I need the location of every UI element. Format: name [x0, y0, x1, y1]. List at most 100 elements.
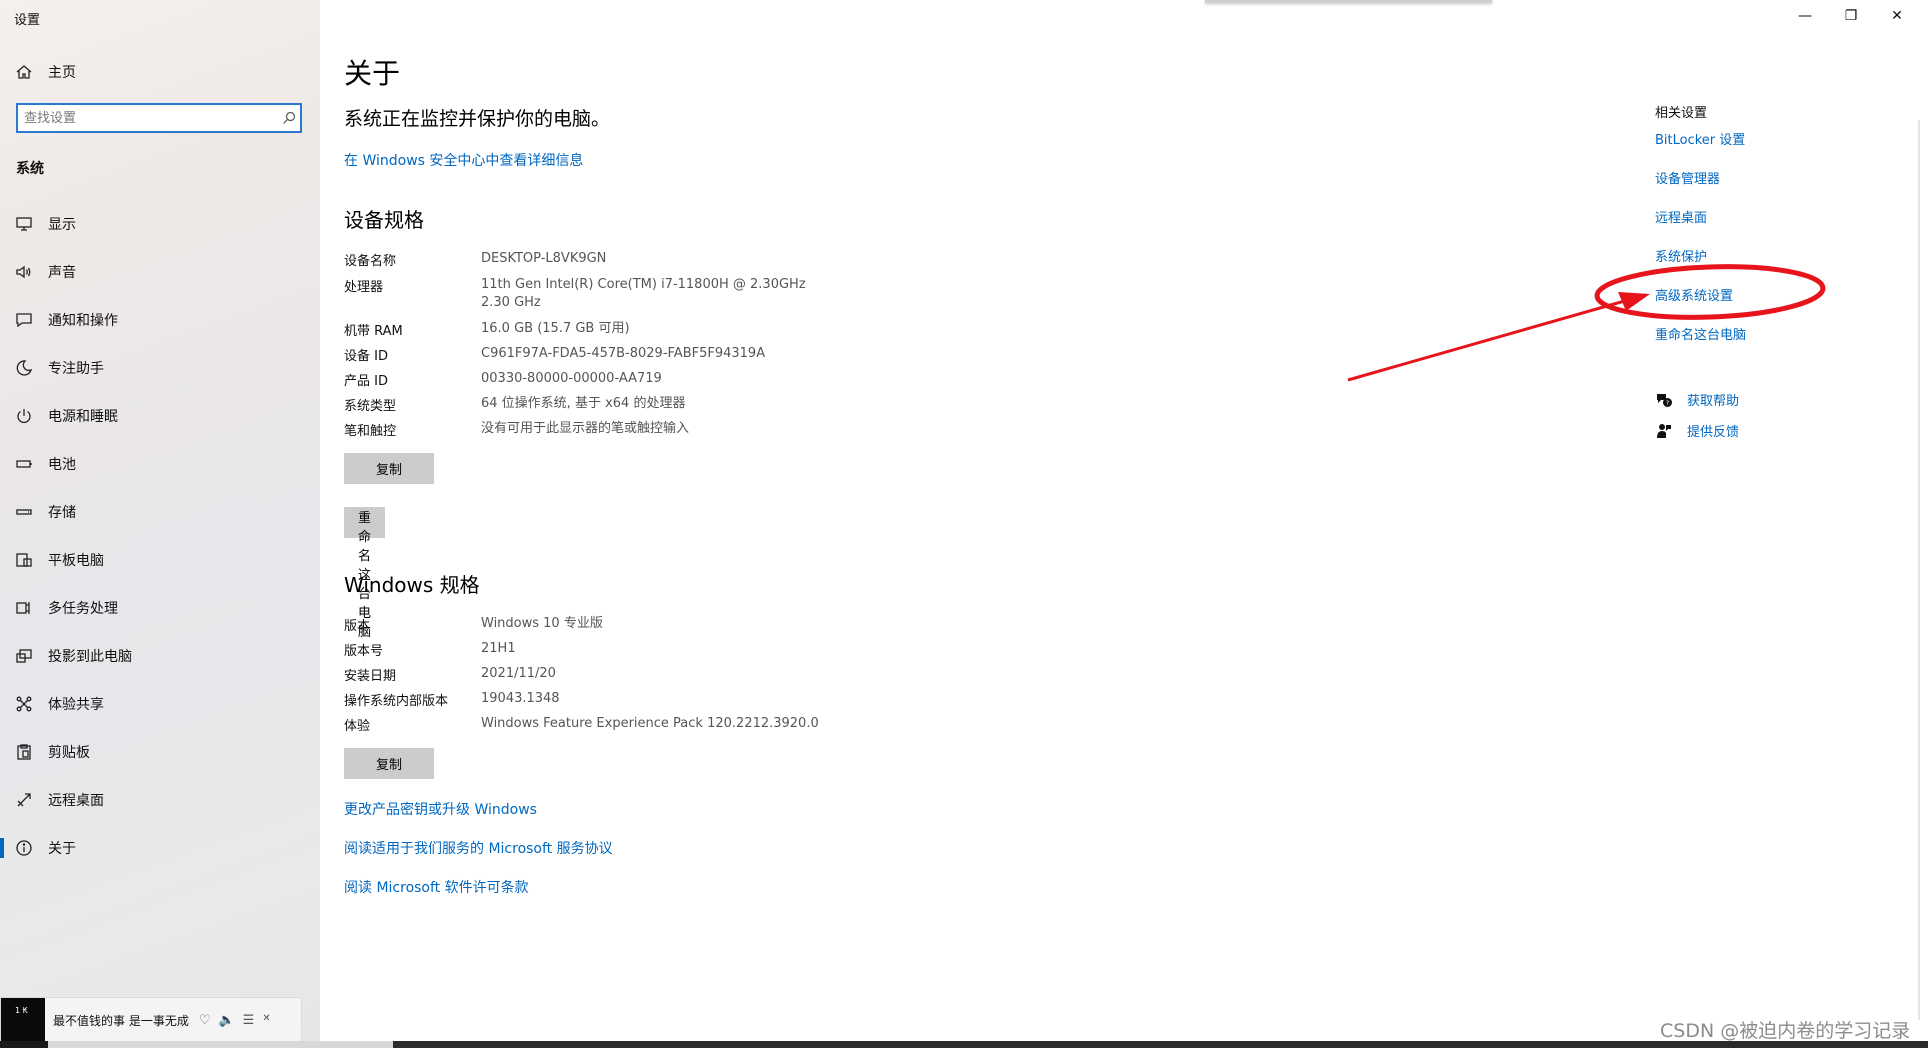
spec-value: 64 位操作系统, 基于 x64 的处理器: [481, 396, 686, 411]
sidebar-item-label: 电池: [48, 457, 76, 473]
sidebar-home-label: 主页: [48, 65, 76, 81]
svg-text:?: ?: [1666, 399, 1669, 407]
feedback-link[interactable]: 提供反馈: [1687, 421, 1739, 440]
battery-icon: [14, 454, 34, 474]
related-settings-title: 相关设置: [1655, 106, 1708, 121]
maximize-icon: ❐: [1844, 8, 1858, 24]
sidebar-item-label: 专注助手: [48, 361, 104, 377]
maximize-button[interactable]: ❐: [1828, 0, 1874, 32]
sidebar-item-label: 多任务处理: [48, 601, 118, 617]
sidebar-item-battery[interactable]: 电池: [0, 444, 320, 484]
copy-device-specs-button[interactable]: 复制: [344, 453, 434, 484]
sidebar-home[interactable]: 主页: [0, 52, 320, 92]
help-chat-icon: ?: [1655, 391, 1673, 409]
sidebar-item-project[interactable]: 投影到此电脑: [0, 636, 320, 676]
spec-key: 安装日期: [344, 669, 397, 684]
spec-key: 体验: [344, 719, 371, 734]
annotation-arrow-shaft: [1347, 298, 1629, 382]
sidebar-item-label: 电源和睡眠: [48, 409, 118, 425]
annotation-arrow-head: [1618, 292, 1650, 311]
spec-value: 11th Gen Intel(R) Core(TM) i7-11800H @ 2…: [481, 277, 806, 292]
sidebar-item-multitasking[interactable]: 多任务处理: [0, 588, 320, 628]
notification-icon: [14, 310, 34, 330]
sidebar-item-label: 存储: [48, 505, 76, 521]
search-input[interactable]: [18, 109, 278, 127]
system-protection-link[interactable]: 系统保护: [1655, 246, 1707, 265]
app-title: 设置: [14, 13, 41, 28]
spec-value: C961F97A-FDA5-457B-8029-FABF5F94319A: [481, 346, 766, 361]
sidebar-item-label: 体验共享: [48, 697, 104, 713]
notification-controls: ♡ 🔈 ☰ ✕: [199, 1013, 271, 1028]
multitask-icon: [14, 598, 34, 618]
overlapping-window-edge: [1205, 0, 1492, 3]
project-icon: [14, 646, 34, 666]
sidebar-item-power[interactable]: 电源和睡眠: [0, 396, 320, 436]
volume-icon[interactable]: 🔈: [218, 1013, 234, 1028]
sidebar-item-shared-experiences[interactable]: 体验共享: [0, 684, 320, 724]
close-icon[interactable]: ✕: [262, 1013, 270, 1028]
active-indicator: [0, 838, 4, 858]
feedback-row[interactable]: 提供反馈: [1655, 421, 1739, 440]
scrollbar-track[interactable]: [1918, 120, 1920, 1020]
license-terms-link[interactable]: 阅读 Microsoft 软件许可条款: [344, 877, 529, 897]
taskbar-active-app[interactable]: [48, 1041, 393, 1048]
close-button[interactable]: ✕: [1874, 0, 1920, 32]
advanced-system-settings-link[interactable]: 高级系统设置: [1655, 285, 1733, 304]
sidebar-item-remote-desktop[interactable]: 远程桌面: [0, 780, 320, 820]
sidebar-item-display[interactable]: 显示: [0, 204, 320, 244]
spec-key: 产品 ID: [344, 374, 388, 389]
notification-toast[interactable]: 1 ₭ 最不值钱的事 是一事无成 ♡ 🔈 ☰ ✕: [0, 997, 302, 1043]
search-box[interactable]: [16, 103, 302, 133]
device-specs-heading: 设备规格: [344, 208, 424, 232]
device-manager-link[interactable]: 设备管理器: [1655, 168, 1720, 187]
sidebar-item-focus[interactable]: 专注助手: [0, 348, 320, 388]
sidebar-item-sound[interactable]: 声音: [0, 252, 320, 292]
spec-value: 19043.1348: [481, 691, 560, 706]
heart-icon[interactable]: ♡: [199, 1013, 211, 1028]
change-product-key-link[interactable]: 更改产品密钥或升级 Windows: [344, 799, 537, 819]
feedback-icon: [1655, 422, 1673, 440]
sidebar-item-clipboard[interactable]: 剪贴板: [0, 732, 320, 772]
sidebar-item-label: 远程桌面: [48, 793, 104, 809]
spec-value: DESKTOP-L8VK9GN: [481, 251, 607, 266]
spec-key: 处理器: [344, 280, 384, 295]
copy-windows-specs-button[interactable]: 复制: [344, 748, 434, 779]
sidebar-item-tablet[interactable]: 平板电脑: [0, 540, 320, 580]
security-center-link[interactable]: 在 Windows 安全中心中查看详细信息: [344, 150, 583, 170]
service-agreement-link[interactable]: 阅读适用于我们服务的 Microsoft 服务协议: [344, 838, 613, 858]
clipboard-icon: [14, 742, 34, 762]
sidebar-item-about[interactable]: 关于: [0, 828, 320, 868]
minimize-button[interactable]: —: [1782, 0, 1828, 32]
rename-pc-button[interactable]: 重命名这台电脑: [344, 507, 386, 640]
sidebar-item-notifications[interactable]: 通知和操作: [0, 300, 320, 340]
remote-icon: [14, 790, 34, 810]
list-icon[interactable]: ☰: [243, 1013, 255, 1028]
spec-value: 21H1: [481, 641, 516, 656]
speaker-icon: [14, 262, 34, 282]
sidebar-item-label: 关于: [48, 841, 76, 857]
home-icon: [14, 62, 34, 82]
sidebar: 设置 主页 系统 显示 声音 通知和操作 专注助手: [0, 0, 320, 1048]
taskbar-start[interactable]: [0, 1041, 48, 1048]
windows-specs-heading: Windows 规格: [344, 573, 480, 597]
remote-desktop-link[interactable]: 远程桌面: [1655, 207, 1707, 226]
get-help-link[interactable]: 获取帮助: [1687, 390, 1739, 409]
moon-icon: [14, 358, 34, 378]
sidebar-item-label: 声音: [48, 265, 76, 281]
bitlocker-settings-link[interactable]: BitLocker 设置: [1655, 129, 1745, 148]
rename-pc-link[interactable]: 重命名这台电脑: [1655, 324, 1746, 343]
search-icon[interactable]: [278, 111, 300, 125]
spec-value: Windows 10 专业版: [481, 616, 603, 631]
get-help-row[interactable]: ? 获取帮助: [1655, 390, 1739, 409]
info-icon: [14, 838, 34, 858]
spec-key: 机带 RAM: [344, 324, 403, 339]
spec-key: 操作系统内部版本: [344, 694, 449, 709]
notification-thumbnail: 1 ₭: [1, 998, 45, 1042]
watermark: CSDN @被迫内卷的学习记录: [1660, 1020, 1911, 1042]
spec-value: 00330-80000-00000-AA719: [481, 371, 662, 386]
taskbar: [0, 1041, 1928, 1048]
spec-value: Windows Feature Experience Pack 120.2212…: [481, 716, 819, 731]
sidebar-item-label: 投影到此电脑: [48, 649, 132, 665]
sidebar-item-storage[interactable]: 存储: [0, 492, 320, 532]
spec-value-line2: 2.30 GHz: [481, 295, 541, 310]
